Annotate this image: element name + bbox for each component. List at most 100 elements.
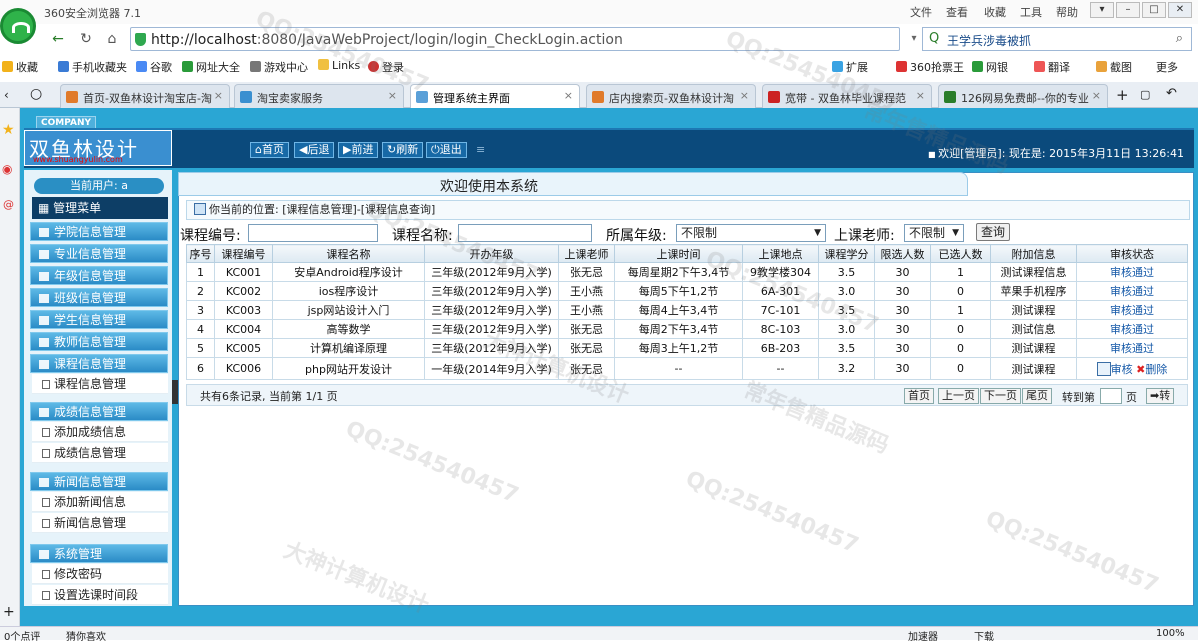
review-link[interactable]: 审核	[1111, 363, 1133, 376]
sidebar-item-score-manage[interactable]: 成绩信息管理	[32, 443, 168, 463]
tab-close-icon[interactable]: ×	[740, 89, 749, 102]
sidebar-group-grade[interactable]: 年级信息管理	[30, 266, 168, 285]
status-zoom[interactable]: 100%	[1156, 628, 1185, 639]
minimize-icon[interactable]: –	[1116, 2, 1140, 18]
col-header[interactable]: 审核状态	[1076, 244, 1188, 263]
nav-refresh-button[interactable]: ↻刷新	[382, 142, 424, 158]
first-page-button[interactable]: 首页	[904, 388, 934, 404]
next-page-button[interactable]: 下一页	[980, 388, 1021, 404]
menu-help[interactable]: 帮助	[1056, 4, 1078, 20]
sidebar-item-add-news[interactable]: 添加新闻信息	[32, 492, 168, 512]
menu-tools[interactable]: 工具	[1020, 4, 1042, 20]
maximize-icon[interactable]: □	[1142, 2, 1166, 18]
browser-logo-icon[interactable]	[0, 8, 36, 44]
sidebar-group-course[interactable]: 课程信息管理	[30, 354, 168, 373]
tab-scroll-left-icon[interactable]: ‹	[4, 88, 9, 102]
nav-home-button[interactable]: ⌂首页	[250, 142, 289, 158]
home-icon[interactable]: ⌂	[102, 29, 122, 49]
delete-icon[interactable]: ✖	[1136, 363, 1145, 376]
weibo-icon[interactable]: ◉	[2, 162, 12, 176]
bookmark-login[interactable]: 登录	[368, 59, 404, 75]
refresh-icon[interactable]: ↻	[76, 29, 96, 49]
teacher-select[interactable]: 不限制 ▼	[904, 224, 964, 242]
new-tab-icon[interactable]: +	[1116, 86, 1129, 104]
menu-favorites[interactable]: 收藏	[984, 4, 1006, 20]
toolbar-translate[interactable]: 翻译	[1034, 59, 1070, 75]
table-row[interactable]: 2 KC002 ios程序设计 三年级(2012年9月入学) 王小燕 每周5下午1,2节 6…	[186, 281, 1188, 301]
sidebar-item-change-password[interactable]: 修改密码	[32, 564, 168, 584]
grade-select[interactable]: 不限制 ▼	[676, 224, 826, 242]
status-download[interactable]: 下载	[974, 628, 994, 643]
menu-view[interactable]: 查看	[946, 4, 968, 20]
menu-file[interactable]: 文件	[910, 4, 932, 20]
pin-icon[interactable]: ▾	[1090, 2, 1114, 18]
bookmark-sites[interactable]: 网址大全	[182, 59, 240, 75]
toolbar-more[interactable]: 更多	[1156, 59, 1178, 75]
col-header[interactable]: 附加信息	[990, 244, 1077, 263]
col-header[interactable]: 已选人数	[930, 244, 991, 263]
tab-close-icon[interactable]: ×	[564, 89, 573, 102]
star-icon[interactable]: ★	[2, 122, 15, 138]
search-box[interactable]: Q 王学兵涉毒被抓 ⌕	[922, 27, 1192, 51]
sidebar-group-news[interactable]: 新闻信息管理	[30, 472, 168, 491]
col-header[interactable]: 课程名称	[272, 244, 425, 263]
bookmark-mobile[interactable]: 手机收藏夹	[58, 59, 127, 75]
bookmark-games[interactable]: 游戏中心	[250, 59, 308, 75]
sidebar-group-student[interactable]: 学生信息管理	[30, 310, 168, 329]
address-bar[interactable]: http://localhost:8080/JavaWebProject/log…	[130, 27, 900, 51]
toolbar-bank[interactable]: 网银	[972, 59, 1008, 75]
edit-icon[interactable]	[1096, 361, 1111, 376]
col-header[interactable]: 开办年级	[424, 244, 559, 263]
last-page-button[interactable]: 尾页	[1022, 388, 1052, 404]
dropdown-icon[interactable]: ▾	[904, 29, 924, 49]
sidebar-group-teacher[interactable]: 教师信息管理	[30, 332, 168, 351]
sidebar-item-course-manage[interactable]: 课程信息管理	[32, 374, 168, 394]
tab-close-icon[interactable]: ×	[214, 89, 223, 102]
search-icon[interactable]: ⌕	[1176, 31, 1183, 46]
tab-5[interactable]: 126网易免费邮--你的专业 ×	[938, 84, 1108, 108]
tab-close-icon[interactable]: ×	[916, 89, 925, 102]
status-comments[interactable]: 0个点评	[4, 628, 40, 643]
add-icon[interactable]: +	[3, 604, 15, 620]
back-icon[interactable]: ←	[48, 29, 68, 49]
tab-close-icon[interactable]: ×	[1092, 89, 1101, 102]
course-no-input[interactable]	[248, 224, 378, 242]
tab-restore-icon[interactable]: ○	[30, 86, 42, 102]
nav-logout-button[interactable]: ⏻退出	[426, 142, 467, 158]
status-accelerator[interactable]: 加速器	[908, 628, 938, 643]
tab-list-icon[interactable]: ▢	[1140, 88, 1150, 101]
table-row[interactable]: 4 KC004 高等数学 三年级(2012年9月入学) 张无忌 每周2下午3,4节 8C-1…	[186, 319, 1188, 339]
col-header[interactable]: 上课地点	[742, 244, 819, 263]
course-name-input[interactable]	[458, 224, 592, 242]
bookmark-favorites[interactable]: 收藏	[2, 59, 38, 75]
col-header[interactable]: 课程编号	[214, 244, 273, 263]
prev-page-button[interactable]: 上一页	[938, 388, 979, 404]
tab-0[interactable]: 首页-双鱼林设计淘宝店-淘 ×	[60, 84, 230, 108]
undo-close-icon[interactable]: ↶	[1166, 86, 1177, 101]
bookmark-google[interactable]: 谷歌	[136, 59, 172, 75]
col-header[interactable]: 限选人数	[874, 244, 931, 263]
mail-icon[interactable]: @	[3, 198, 14, 211]
nav-back-button[interactable]: ◀后退	[294, 142, 335, 158]
table-row[interactable]: 5 KC005 计算机编译原理 三年级(2012年9月入学) 张无忌 每周3上午1,2节 6…	[186, 338, 1188, 358]
tab-4[interactable]: 宽带 - 双鱼林毕业课程范 ×	[762, 84, 932, 108]
col-header[interactable]: 课程学分	[818, 244, 875, 263]
sidebar-group-system[interactable]: 系统管理	[30, 544, 168, 563]
sidebar-group-class[interactable]: 班级信息管理	[30, 288, 168, 307]
table-row[interactable]: 6 KC006 php网站开发设计 一年级(2014年9月入学) 张无忌 -- -- 3.2 3…	[186, 357, 1188, 380]
close-window-icon[interactable]: ✕	[1168, 2, 1192, 18]
nav-forward-button[interactable]: ▶前进	[338, 142, 379, 158]
go-button[interactable]: ➡转	[1146, 388, 1175, 404]
sidebar-item-news-manage[interactable]: 新闻信息管理	[32, 513, 168, 533]
goto-page-input[interactable]	[1100, 388, 1122, 404]
sidebar-item-set-period[interactable]: 设置选课时间段	[32, 585, 168, 605]
status-recommend[interactable]: 猜你喜欢	[66, 628, 106, 643]
sidebar-group-major[interactable]: 专业信息管理	[30, 244, 168, 263]
query-button[interactable]: 查询	[976, 223, 1010, 241]
bookmark-links[interactable]: Links	[318, 59, 360, 72]
delete-link[interactable]: 删除	[1145, 363, 1167, 376]
table-row[interactable]: 3 KC003 jsp网站设计入门 三年级(2012年9月入学) 王小燕 每周4上午3,4…	[186, 300, 1188, 320]
toolbar-tickets[interactable]: 360抢票王	[896, 59, 964, 75]
tab-close-icon[interactable]: ×	[388, 89, 397, 102]
toolbar-extensions[interactable]: 扩展	[832, 59, 868, 75]
